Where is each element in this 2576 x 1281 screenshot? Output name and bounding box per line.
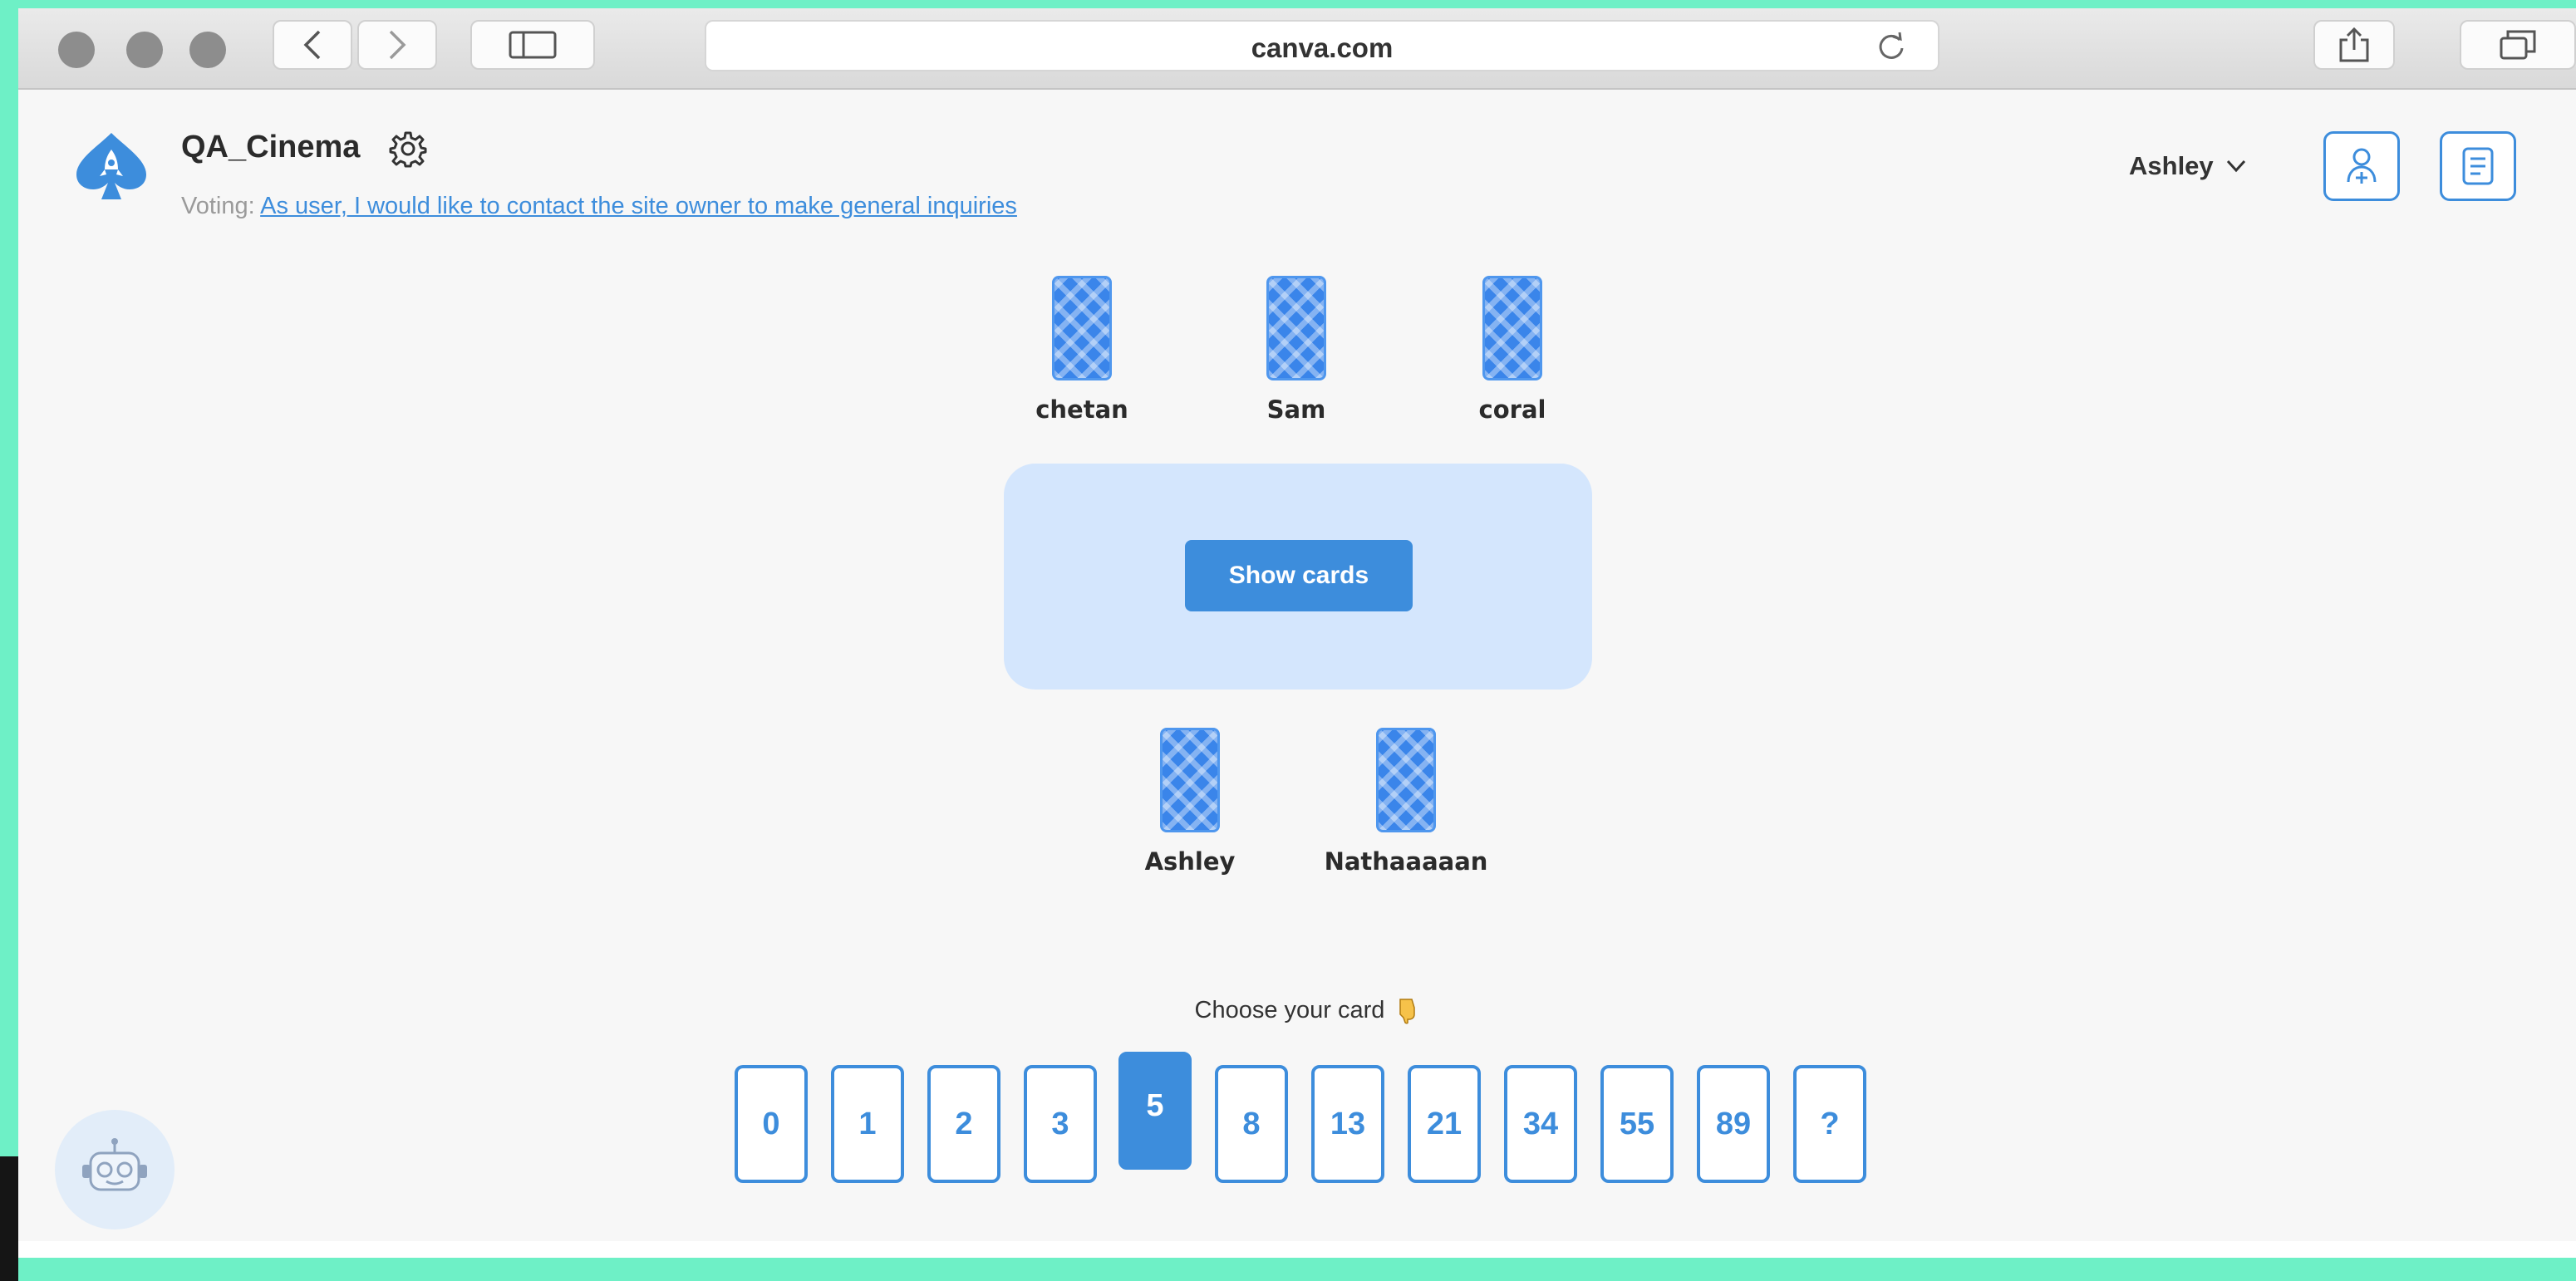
vote-card-0[interactable]: 0 [735, 1065, 808, 1183]
poker-table: Show cards [1004, 464, 1592, 690]
issues-list-button[interactable] [2440, 131, 2516, 201]
player-seat: Nathaaaaan [1323, 728, 1489, 876]
choose-card-prompt: Choose your card [1099, 997, 1514, 1024]
document-list-icon [2462, 147, 2494, 185]
player-seat: coral [1429, 276, 1595, 424]
room-title: QA_Cinema [181, 130, 361, 164]
sidebar-icon [509, 31, 557, 59]
vote-card-34[interactable]: 34 [1504, 1065, 1577, 1183]
reload-icon[interactable] [1875, 30, 1908, 63]
player-name: Sam [1266, 395, 1326, 424]
player-seat: Ashley [1107, 728, 1273, 876]
player-seat: chetan [999, 276, 1165, 424]
vote-card-21[interactable]: 21 [1408, 1065, 1481, 1183]
vote-card-3[interactable]: 3 [1024, 1065, 1097, 1183]
player-card-back [1376, 728, 1436, 832]
vote-card-55[interactable]: 55 [1600, 1065, 1674, 1183]
page-bottom-strip [18, 1241, 2576, 1258]
show-cards-button[interactable]: Show cards [1185, 540, 1413, 611]
vote-card-8[interactable]: 8 [1215, 1065, 1288, 1183]
chevron-right-icon [389, 30, 406, 60]
player-name: coral [1478, 395, 1546, 424]
share-button[interactable] [2313, 20, 2395, 70]
desktop-corner [0, 1156, 18, 1281]
minimize-window-button[interactable] [126, 32, 163, 68]
player-name: Ashley [1144, 847, 1236, 876]
vote-card-89[interactable]: 89 [1697, 1065, 1770, 1183]
voting-line: Voting: As user, I would like to contact… [181, 193, 1017, 220]
tabs-button[interactable] [2460, 20, 2576, 70]
add-user-icon [2347, 148, 2377, 184]
player-card-back [1160, 728, 1220, 832]
settings-gear-icon[interactable] [389, 130, 427, 168]
address-bar[interactable]: canva.com [705, 20, 1939, 71]
player-card-back [1052, 276, 1112, 380]
share-icon [2339, 27, 2369, 62]
zoom-window-button[interactable] [189, 32, 226, 68]
current-story-link[interactable]: As user, I would like to contact the sit… [260, 193, 1017, 219]
player-card-back [1266, 276, 1326, 380]
user-menu[interactable]: Ashley [2129, 151, 2247, 181]
player-seat: Sam [1213, 276, 1379, 424]
vote-card-2[interactable]: 2 [927, 1065, 1000, 1183]
player-name: chetan [1035, 395, 1128, 424]
chevron-left-icon [303, 30, 321, 60]
chevron-down-icon [2226, 160, 2245, 173]
robot-icon [82, 1138, 147, 1191]
assistant-bot-button[interactable] [55, 1110, 175, 1229]
vote-card-5-selected[interactable]: 5 [1118, 1052, 1192, 1170]
sidebar-toggle-button[interactable] [470, 20, 595, 70]
vote-card-question[interactable]: ? [1793, 1065, 1866, 1183]
tabs-icon [2500, 30, 2536, 60]
player-card-back [1482, 276, 1542, 380]
vote-card-1[interactable]: 1 [831, 1065, 904, 1183]
voting-prefix: Voting: [181, 193, 255, 219]
invite-players-button[interactable] [2323, 131, 2400, 201]
choose-card-text: Choose your card [1194, 997, 1385, 1023]
app-logo-icon [76, 133, 146, 199]
back-button[interactable] [273, 20, 352, 70]
close-window-button[interactable] [58, 32, 95, 68]
browser-window: canva.com QA_Cinema Voting: As user, I w… [18, 8, 2576, 1258]
browser-toolbar: canva.com [18, 8, 2576, 90]
url-text: canva.com [1251, 32, 1394, 63]
vote-card-13[interactable]: 13 [1311, 1065, 1384, 1183]
player-name: Nathaaaaan [1324, 847, 1488, 876]
user-name: Ashley [2129, 151, 2214, 180]
pointing-down-hand-icon [1399, 999, 1416, 1024]
forward-button[interactable] [357, 20, 437, 70]
